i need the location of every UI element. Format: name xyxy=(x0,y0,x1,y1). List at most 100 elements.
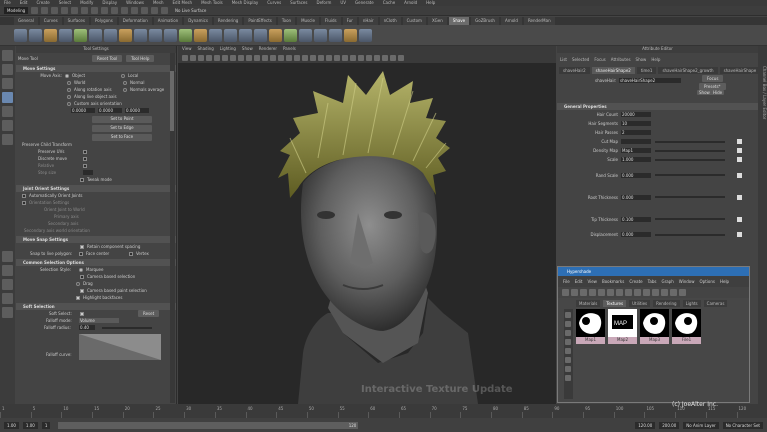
hypershade-tab[interactable]: Textures xyxy=(603,299,627,307)
shave-kink-icon[interactable] xyxy=(194,28,207,42)
ae-node-tab[interactable]: shaveHairShape2_growth xyxy=(658,66,718,74)
gamma-icon[interactable] xyxy=(382,55,388,61)
hypershade-menu-item[interactable]: Edit xyxy=(575,279,583,284)
safe-title-icon[interactable] xyxy=(262,55,268,61)
grid-icon[interactable] xyxy=(214,55,220,61)
shadows-icon[interactable] xyxy=(302,55,308,61)
hs-side-icon[interactable] xyxy=(565,312,571,318)
hypershade-tab[interactable]: Rendering xyxy=(653,299,680,307)
time-slider[interactable]: 1 5 10 15 20 25 30 35 40 45 50 55 60 65 70 75 80 85 90 95 10… xyxy=(0,404,767,418)
image-plane-icon[interactable] xyxy=(206,55,212,61)
set-to-face-button[interactable]: Set to Face xyxy=(92,134,152,141)
ae-node-tab[interactable]: shaveHair2 xyxy=(559,66,590,74)
reset-tool-button[interactable]: Reset Tool xyxy=(92,54,123,62)
shave-curl-icon[interactable] xyxy=(149,28,162,42)
axis-normals-avg-radio[interactable] xyxy=(123,87,127,92)
save-scene-icon[interactable] xyxy=(51,7,58,14)
shave-clump-icon[interactable] xyxy=(164,28,177,42)
falloff-radius-field[interactable]: 0.40 xyxy=(79,325,95,330)
exposure-icon[interactable] xyxy=(374,55,380,61)
hs-side-icon[interactable] xyxy=(565,375,571,381)
ae-attr-field[interactable]: 1.000 xyxy=(621,157,651,162)
map-button-icon[interactable] xyxy=(737,139,742,144)
texture-swatch[interactable]: Map3 xyxy=(640,309,669,344)
ae-node-tab[interactable]: shaveHairShape xyxy=(719,66,758,74)
shave-cut-icon[interactable] xyxy=(59,28,72,42)
shave-render-icon[interactable] xyxy=(224,28,237,42)
ae-attr-slider[interactable] xyxy=(655,196,725,198)
shave-select-icon[interactable] xyxy=(209,28,222,42)
shelf-tab[interactable]: Muscle xyxy=(297,17,319,25)
hypershade-tab[interactable]: Materials xyxy=(576,299,601,307)
paint-select-tool-icon[interactable] xyxy=(2,78,13,89)
move-settings-header[interactable]: Move Settings xyxy=(16,65,176,72)
custom-axis-z-field[interactable]: 0.0000 xyxy=(125,108,149,113)
hs-create-icon[interactable] xyxy=(562,289,569,296)
ae-menu-item[interactable]: Attributes xyxy=(611,57,631,62)
hypershade-menu-item[interactable]: File xyxy=(563,279,570,284)
ao-icon[interactable] xyxy=(310,55,316,61)
dof-icon[interactable] xyxy=(334,55,340,61)
map-button-icon[interactable] xyxy=(737,194,742,200)
ae-attr-field[interactable]: 20000 xyxy=(621,112,651,117)
ae-attr-field[interactable]: 0.000 xyxy=(621,232,651,237)
open-scene-icon[interactable] xyxy=(41,7,48,14)
shelf-tab[interactable]: Fur xyxy=(342,17,357,25)
shelf-tab[interactable]: Custom xyxy=(402,17,426,25)
orientation-settings-checkbox[interactable] xyxy=(22,200,26,205)
new-scene-icon[interactable] xyxy=(31,7,38,14)
anim-layer-dropdown[interactable]: No Anim Layer xyxy=(683,421,719,429)
hs-filter-icon[interactable] xyxy=(661,289,668,296)
soft-select-checkbox[interactable] xyxy=(80,311,84,316)
select-hierarchy-icon[interactable] xyxy=(81,7,88,14)
shave-create-icon[interactable] xyxy=(14,28,27,42)
textured-icon[interactable] xyxy=(286,55,292,61)
resolution-gate-icon[interactable] xyxy=(230,55,236,61)
texture-swatch[interactable]: Map1 xyxy=(576,309,605,344)
film-gate-icon[interactable] xyxy=(222,55,228,61)
custom-axis-x-field[interactable]: 0.0000 xyxy=(71,108,95,113)
redo-icon[interactable] xyxy=(71,7,78,14)
shelf-tab[interactable]: Rendering xyxy=(213,17,243,25)
shelf-tab[interactable]: Dynamics xyxy=(184,17,212,25)
custom-axis-y-field[interactable]: 0.0000 xyxy=(98,108,122,113)
axis-live-radio[interactable] xyxy=(67,94,71,99)
hs-side-icon[interactable] xyxy=(565,366,571,372)
hs-side-icon[interactable] xyxy=(565,321,571,327)
hs-input-icon[interactable] xyxy=(580,289,587,296)
falloff-curve-graph[interactable] xyxy=(79,334,161,360)
ae-attr-field[interactable]: 10 xyxy=(621,121,651,126)
hypershade-menu-item[interactable]: Bookmarks xyxy=(602,279,624,284)
safe-action-icon[interactable] xyxy=(254,55,260,61)
hypershade-menu-item[interactable]: Help xyxy=(720,279,729,284)
viewport-menu-item[interactable]: Lighting xyxy=(220,46,236,53)
shave-lock-icon[interactable] xyxy=(104,28,117,42)
hs-list-icon[interactable] xyxy=(625,289,632,296)
retain-spacing-checkbox[interactable] xyxy=(80,244,84,249)
hs-clear-icon[interactable] xyxy=(598,289,605,296)
current-frame-field[interactable]: 1 xyxy=(41,421,51,429)
select-tool-icon[interactable] xyxy=(2,50,13,61)
snap-point-icon[interactable] xyxy=(131,7,138,14)
isolate-icon[interactable] xyxy=(342,55,348,61)
auto-orient-checkbox[interactable] xyxy=(22,193,26,198)
set-to-edge-button[interactable]: Set to Edge xyxy=(92,125,152,132)
camera-select-icon[interactable] xyxy=(182,55,188,61)
shelf-tab[interactable]: XGen xyxy=(427,17,447,25)
ae-menu-item[interactable]: Focus xyxy=(594,57,605,62)
hs-search-icon[interactable] xyxy=(670,289,677,296)
tool-settings-scrollbar[interactable] xyxy=(170,53,175,403)
ae-attr-slider[interactable] xyxy=(655,158,725,161)
range-slider[interactable]: 120 xyxy=(58,421,359,429)
relative-checkbox[interactable] xyxy=(83,163,87,168)
xray-icon[interactable] xyxy=(350,55,356,61)
map-button-icon[interactable] xyxy=(737,148,742,153)
ae-attr-field[interactable]: 2 xyxy=(621,130,651,135)
drag-radio[interactable] xyxy=(76,281,80,286)
hypershade-menu-item[interactable]: Tabs xyxy=(648,279,657,284)
wireframe-icon[interactable] xyxy=(270,55,276,61)
shave-mirror-icon[interactable] xyxy=(314,28,327,42)
shave-reset-icon[interactable] xyxy=(329,28,342,42)
hud-icon[interactable] xyxy=(398,55,404,61)
shave-style-icon[interactable] xyxy=(119,28,132,42)
